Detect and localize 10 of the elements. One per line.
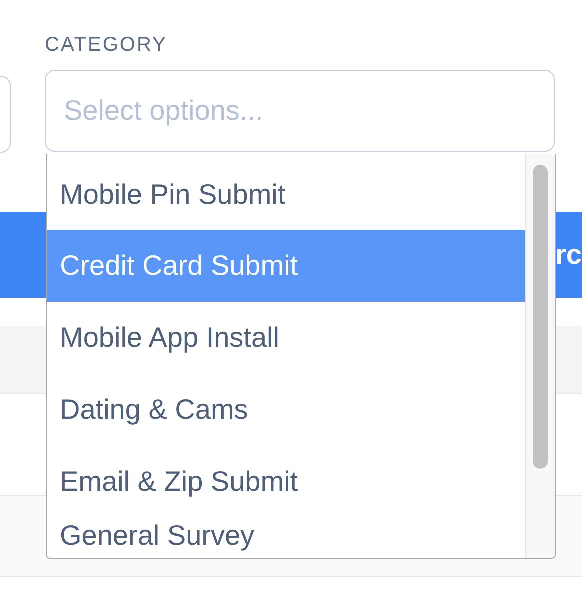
- scrollbar-thumb[interactable]: [533, 165, 548, 469]
- dropdown-option[interactable]: Email & Zip Submit: [47, 446, 525, 518]
- input-field[interactable]: [0, 76, 11, 153]
- category-select-field[interactable]: Select options...: [45, 70, 555, 152]
- dropdown-option[interactable]: General Survey: [47, 518, 525, 556]
- dropdown-option[interactable]: Dating & Cams: [47, 374, 525, 446]
- scrollbar[interactable]: [525, 154, 555, 558]
- field-label: CATEGORY: [45, 33, 168, 57]
- dropdown-option[interactable]: Mobile Pin Submit: [47, 154, 525, 230]
- dropdown-option[interactable]: Mobile App Install: [47, 302, 525, 374]
